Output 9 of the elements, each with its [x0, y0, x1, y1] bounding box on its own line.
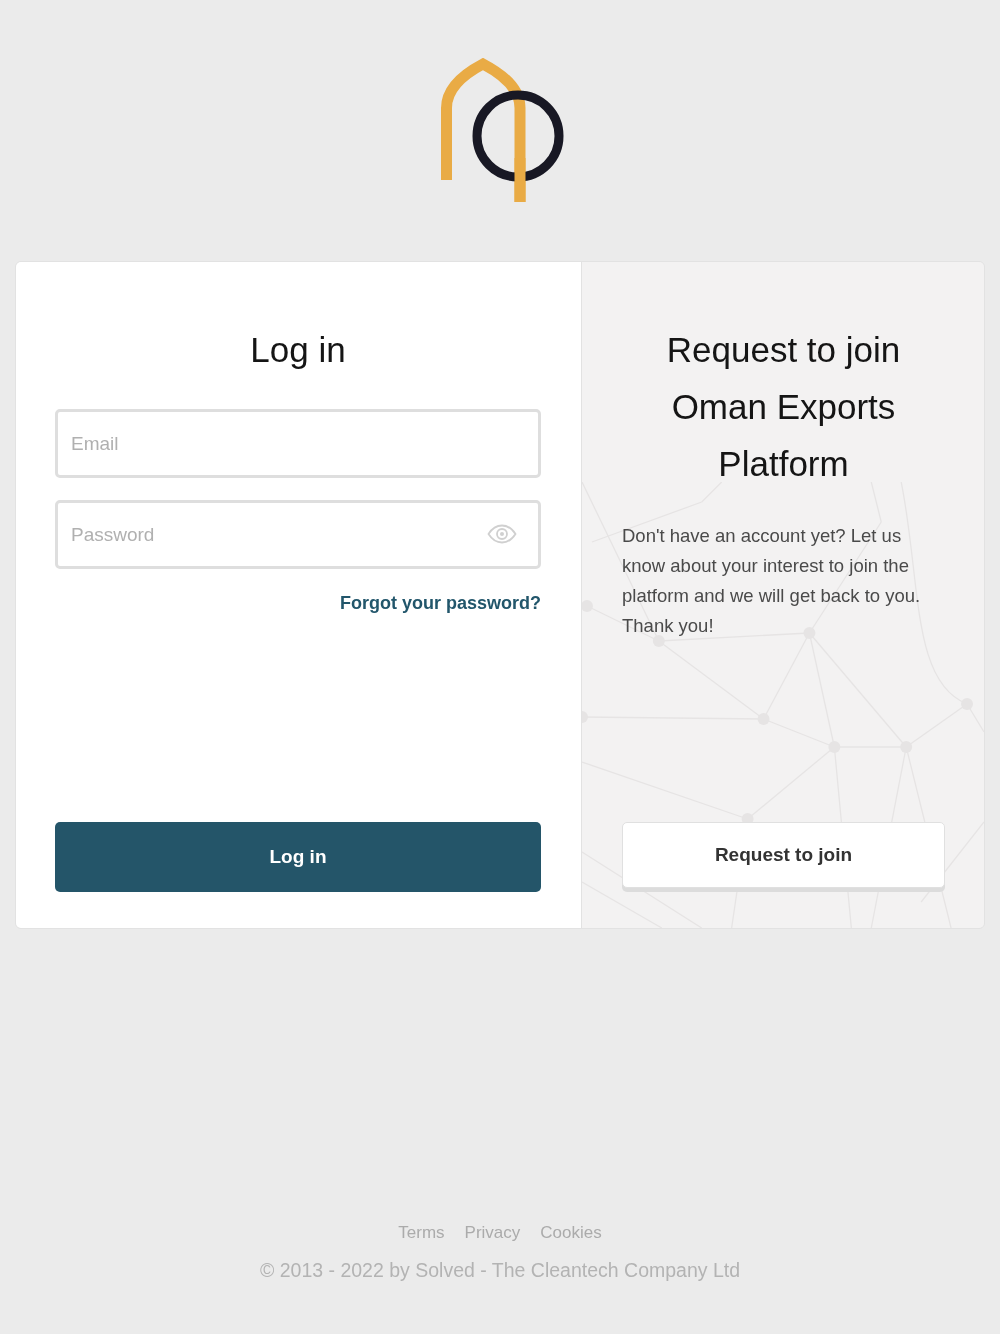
- request-title: Request to join Oman Exports Platform: [665, 329, 902, 485]
- eye-icon[interactable]: [487, 524, 517, 544]
- login-button[interactable]: Log in: [55, 822, 541, 892]
- request-description: Don't have an account yet? Let us know about your interest to join the platform and we will get back to you. Thank you!: [622, 524, 922, 638]
- password-field[interactable]: Password: [55, 500, 541, 569]
- email-field[interactable]: Email: [55, 409, 541, 478]
- login-title: Log in: [249, 329, 347, 371]
- copyright-text: © 2013 - 2022 by Solved - The Cleantech Company Ltd: [259, 1258, 741, 1283]
- forgot-password-link[interactable]: Forgot your password?: [340, 592, 541, 614]
